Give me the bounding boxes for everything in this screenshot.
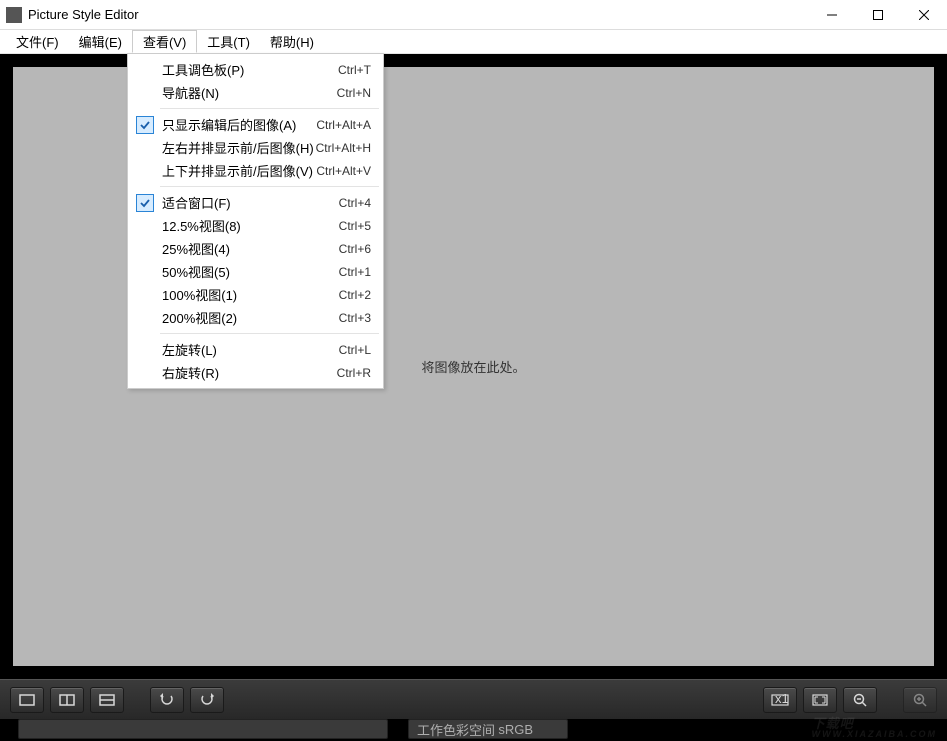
menu-item[interactable]: 左右并排显示前/后图像(H)Ctrl+Alt+H: [130, 136, 381, 159]
menu-item-label: 25%视图(4): [156, 239, 339, 258]
menu-item-label: 50%视图(5): [156, 262, 339, 281]
menu-item-label: 100%视图(1): [156, 285, 339, 304]
menu-item-label: 上下并排显示前/后图像(V): [156, 161, 316, 180]
rotate-right-button[interactable]: [190, 687, 224, 713]
layout-split-horizontal-button[interactable]: [50, 687, 84, 713]
menu-item-shortcut: Ctrl+L: [339, 343, 371, 357]
menu-tools[interactable]: 工具(T): [197, 30, 260, 53]
menu-item[interactable]: 导航器(N)Ctrl+N: [130, 81, 381, 104]
minimize-button[interactable]: [809, 0, 855, 29]
app-icon: [6, 7, 22, 23]
maximize-button[interactable]: [855, 0, 901, 29]
menu-item[interactable]: 只显示编辑后的图像(A)Ctrl+Alt+A: [130, 113, 381, 136]
menu-item[interactable]: 左旋转(L)Ctrl+L: [130, 338, 381, 361]
menu-item-label: 适合窗口(F): [156, 193, 339, 212]
status-bar: 工作色彩空间 sRGB 下载吧 WWW.XIAZAIBA.COM: [0, 719, 947, 741]
zoom-out-button[interactable]: [843, 687, 877, 713]
menu-item-shortcut: Ctrl+R: [337, 366, 371, 380]
menu-item[interactable]: 右旋转(R)Ctrl+R: [130, 361, 381, 384]
menu-item[interactable]: 12.5%视图(8)Ctrl+5: [130, 214, 381, 237]
status-colorspace: 工作色彩空间 sRGB: [408, 719, 568, 739]
svg-text:x1: x1: [775, 694, 789, 706]
status-left: [18, 719, 388, 739]
menu-item-label: 200%视图(2): [156, 308, 339, 327]
colorspace-value: sRGB: [498, 722, 533, 737]
window-title: Picture Style Editor: [28, 7, 809, 22]
window-controls: [809, 0, 947, 29]
menu-item-checkmark: [134, 116, 156, 134]
zoom-actual-button[interactable]: x1: [763, 687, 797, 713]
menu-item-label: 只显示编辑后的图像(A): [156, 115, 316, 134]
menu-item-label: 12.5%视图(8): [156, 216, 339, 235]
menu-item[interactable]: 上下并排显示前/后图像(V)Ctrl+Alt+V: [130, 159, 381, 182]
menu-item-label: 导航器(N): [156, 83, 337, 102]
menu-item-shortcut: Ctrl+Alt+A: [316, 118, 371, 132]
menu-item-label: 左旋转(L): [156, 340, 339, 359]
view-dropdown: 工具调色板(P)Ctrl+T导航器(N)Ctrl+N只显示编辑后的图像(A)Ct…: [127, 53, 384, 389]
bottom-toolbar: x1: [0, 679, 947, 719]
menu-item-shortcut: Ctrl+Alt+H: [316, 141, 371, 155]
close-button[interactable]: [901, 0, 947, 29]
menu-item-shortcut: Ctrl+5: [339, 219, 371, 233]
menu-item-shortcut: Ctrl+3: [339, 311, 371, 325]
menu-help[interactable]: 帮助(H): [260, 30, 324, 53]
menu-item-shortcut: Ctrl+T: [338, 63, 371, 77]
menu-file[interactable]: 文件(F): [6, 30, 69, 53]
menu-item-shortcut: Ctrl+N: [337, 86, 371, 100]
zoom-fit-button[interactable]: [803, 687, 837, 713]
menu-item[interactable]: 50%视图(5)Ctrl+1: [130, 260, 381, 283]
zoom-in-button[interactable]: [903, 687, 937, 713]
menu-item[interactable]: 工具调色板(P)Ctrl+T: [130, 58, 381, 81]
menu-bar: 文件(F) 编辑(E) 查看(V) 工具(T) 帮助(H): [0, 30, 947, 54]
menu-item-label: 工具调色板(P): [156, 60, 338, 79]
colorspace-label: 工作色彩空间: [417, 720, 495, 739]
menu-item[interactable]: 200%视图(2)Ctrl+3: [130, 306, 381, 329]
layout-single-button[interactable]: [10, 687, 44, 713]
menu-item[interactable]: 100%视图(1)Ctrl+2: [130, 283, 381, 306]
menu-separator: [160, 186, 379, 187]
menu-item-shortcut: Ctrl+6: [339, 242, 371, 256]
menu-item[interactable]: 25%视图(4)Ctrl+6: [130, 237, 381, 260]
layout-split-vertical-button[interactable]: [90, 687, 124, 713]
title-bar: Picture Style Editor: [0, 0, 947, 30]
menu-item-shortcut: Ctrl+Alt+V: [316, 164, 371, 178]
menu-separator: [160, 333, 379, 334]
menu-item-shortcut: Ctrl+4: [339, 196, 371, 210]
menu-view[interactable]: 查看(V): [132, 30, 197, 53]
menu-item[interactable]: 适合窗口(F)Ctrl+4: [130, 191, 381, 214]
menu-item-shortcut: Ctrl+2: [339, 288, 371, 302]
menu-item-shortcut: Ctrl+1: [339, 265, 371, 279]
menu-item-checkmark: [134, 194, 156, 212]
menu-item-label: 左右并排显示前/后图像(H): [156, 138, 316, 157]
menu-edit[interactable]: 编辑(E): [69, 30, 132, 53]
menu-separator: [160, 108, 379, 109]
canvas-placeholder-text: 将图像放在此处。: [421, 357, 525, 376]
menu-item-label: 右旋转(R): [156, 363, 337, 382]
rotate-left-button[interactable]: [150, 687, 184, 713]
